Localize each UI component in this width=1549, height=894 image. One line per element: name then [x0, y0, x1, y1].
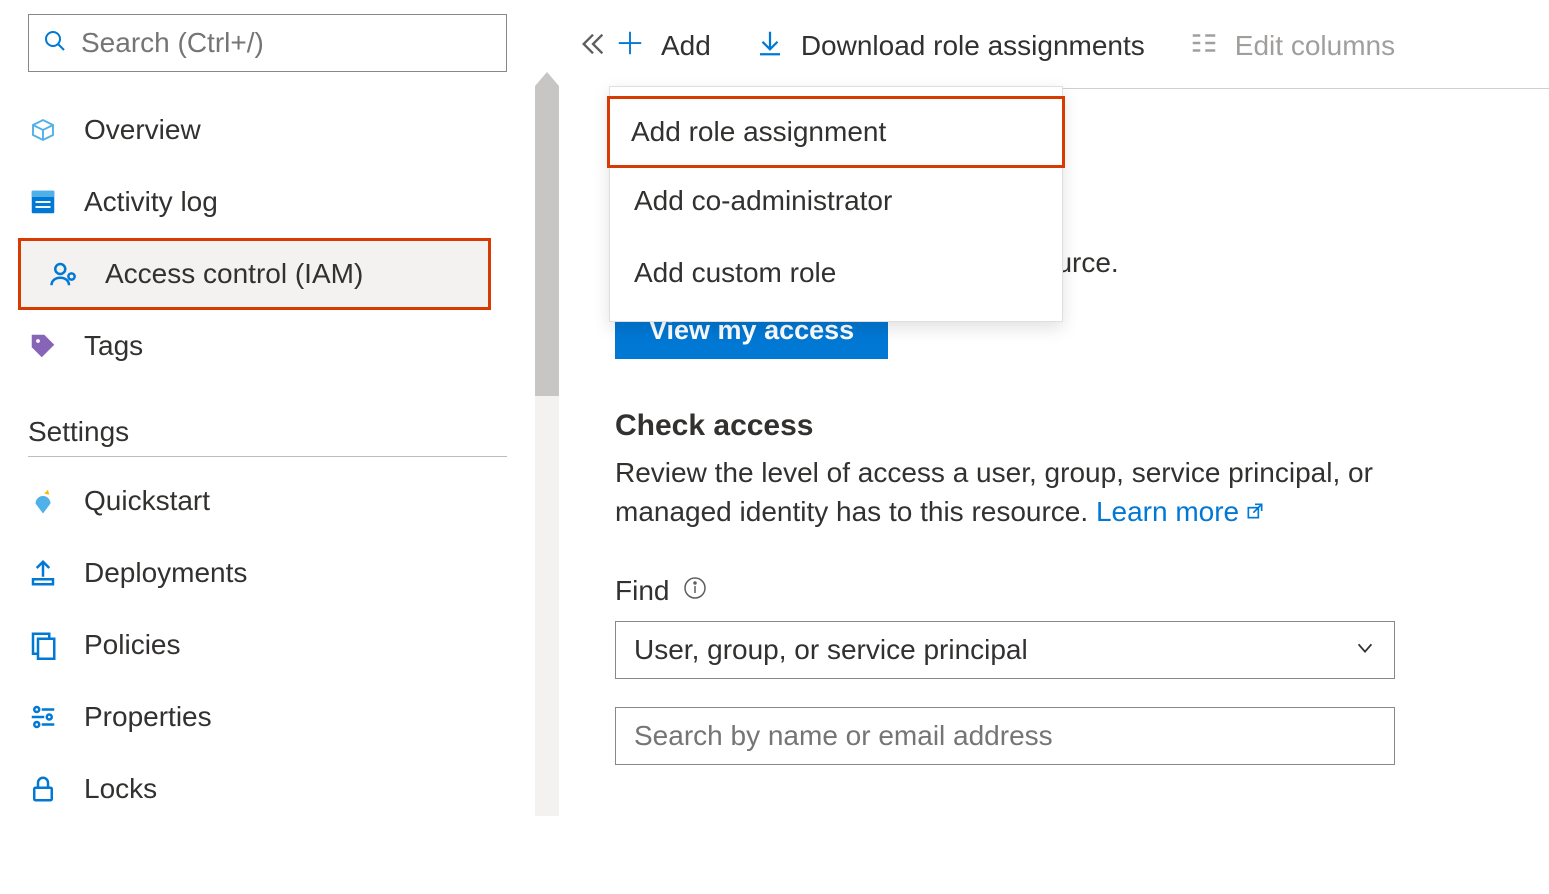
chevron-down-icon [1354, 634, 1376, 666]
sidebar-section-settings: Settings [28, 416, 507, 448]
edit-columns-button[interactable]: Edit columns [1189, 28, 1395, 65]
sidebar-item-tags[interactable]: Tags [0, 310, 535, 382]
sidebar-item-label: Quickstart [84, 485, 210, 517]
search-input[interactable] [79, 26, 492, 60]
sidebar-item-policies[interactable]: Policies [0, 609, 535, 681]
find-search-input[interactable] [615, 707, 1395, 765]
sidebar-item-locks[interactable]: Locks [0, 753, 535, 825]
toolbar-label: Edit columns [1235, 30, 1395, 62]
info-icon[interactable] [683, 575, 707, 607]
sidebar-item-label: Access control (IAM) [105, 258, 363, 290]
sidebar-item-overview[interactable]: Overview [0, 94, 535, 166]
sidebar: Overview Activity log Access control (IA… [0, 0, 535, 894]
tag-icon [28, 331, 58, 361]
search-icon [43, 29, 67, 58]
menu-item-label: Add custom role [634, 257, 836, 289]
sidebar-item-activity-log[interactable]: Activity log [0, 166, 535, 238]
sidebar-item-access-control[interactable]: Access control (IAM) [18, 238, 491, 310]
download-role-assignments-button[interactable]: Download role assignments [755, 28, 1145, 65]
add-button[interactable]: Add [615, 28, 711, 65]
menu-item-label: Add role assignment [631, 116, 886, 148]
sidebar-item-label: Deployments [84, 557, 247, 589]
main-panel: Add Download role assignments Edit colum… [535, 0, 1549, 894]
sidebar-item-label: Locks [84, 773, 157, 805]
sidebar-item-deployments[interactable]: Deployments [0, 537, 535, 609]
toolbar-label: Add [661, 30, 711, 62]
check-access-description: Review the level of access a user, group… [615, 453, 1435, 531]
search-box[interactable] [28, 14, 507, 72]
people-icon [49, 259, 79, 289]
columns-icon [1189, 28, 1219, 65]
menu-item-add-custom-role[interactable]: Add custom role [610, 237, 1062, 309]
lock-icon [28, 774, 58, 804]
external-link-icon [1245, 492, 1265, 531]
divider [28, 456, 507, 457]
sidebar-item-properties[interactable]: Properties [0, 681, 535, 753]
add-menu: Add role assignment Add co-administrator… [609, 86, 1063, 322]
download-icon [755, 28, 785, 65]
menu-item-add-role-assignment[interactable]: Add role assignment [607, 96, 1065, 168]
content: M View my level of access to this resour… [615, 247, 1549, 765]
find-label: Find [615, 575, 669, 607]
find-dropdown-value: User, group, or service principal [634, 634, 1028, 666]
sidebar-item-label: Overview [84, 114, 201, 146]
sidebar-item-label: Policies [84, 629, 180, 661]
sidebar-item-label: Tags [84, 330, 143, 362]
activity-log-icon [28, 187, 58, 217]
sidebar-item-label: Properties [84, 701, 212, 733]
menu-item-label: Add co-administrator [634, 185, 892, 217]
learn-more-link[interactable]: Learn more [1096, 496, 1265, 527]
policies-icon [28, 630, 58, 660]
cube-icon [28, 115, 58, 145]
properties-icon [28, 702, 58, 732]
sidebar-item-label: Activity log [84, 186, 218, 218]
find-type-dropdown[interactable]: User, group, or service principal [615, 621, 1395, 679]
plus-icon [615, 28, 645, 65]
learn-more-label: Learn more [1096, 496, 1239, 527]
toolbar: Add Download role assignments Edit colum… [615, 16, 1549, 76]
sidebar-item-quickstart[interactable]: Quickstart [0, 465, 535, 537]
upload-icon [28, 558, 58, 588]
quickstart-icon [28, 486, 58, 516]
check-access-heading: Check access [615, 409, 1549, 443]
menu-item-add-co-administrator[interactable]: Add co-administrator [610, 165, 1062, 237]
toolbar-label: Download role assignments [801, 30, 1145, 62]
